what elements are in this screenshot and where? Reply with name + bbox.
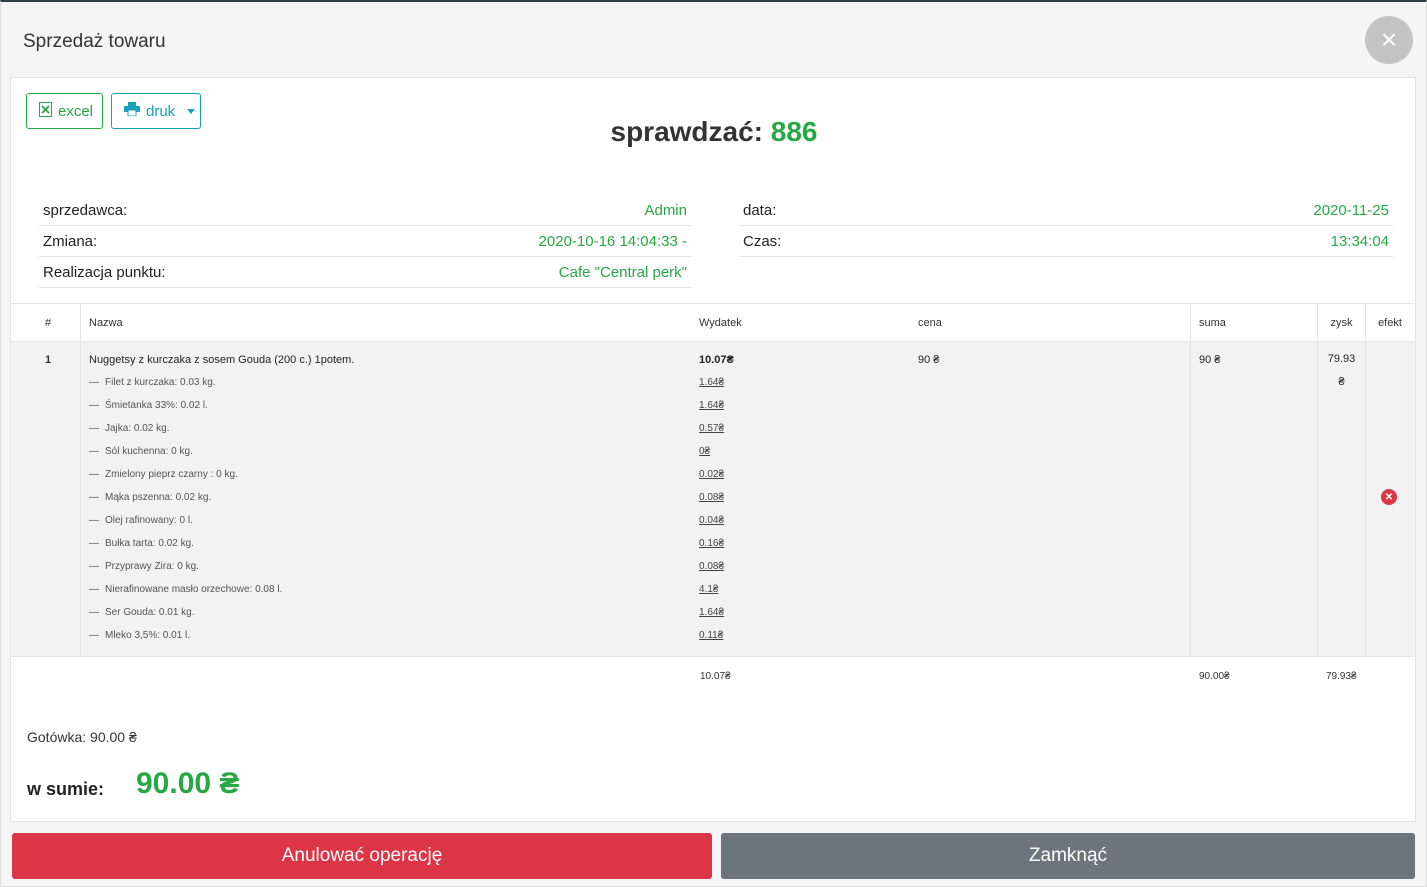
info-row: sprzedawca: Admin	[39, 195, 691, 226]
ingredient-name: Mąka pszenna: 0.02 kg.	[105, 492, 212, 503]
ingredient-item: — Nierafinowane masło orzechowe: 0.08 l.	[89, 584, 283, 595]
row-index: 1	[11, 342, 81, 656]
ingredient-cost-link[interactable]: 0.57₴	[699, 423, 910, 446]
info-row: Czas: 13:34:04	[739, 226, 1393, 257]
ingredient-item: — Zmielony pieprz czarny : 0 kg.	[89, 469, 238, 480]
product-profit: 79.93	[1327, 353, 1356, 365]
close-button[interactable]: Zamknąć	[721, 833, 1415, 879]
ingredient-item: — Bułka tarta: 0.02 kg.	[89, 538, 194, 549]
column-header: zysk	[1318, 304, 1366, 341]
ingredient-name: Bułka tarta: 0.02 kg.	[105, 538, 194, 549]
ingredient-name: Ser Gouda: 0.01 kg.	[105, 607, 195, 618]
ingredient-name: Olej rafinowany: 0 l.	[105, 515, 193, 526]
ingredient-name: Śmietanka 33%: 0.02 l.	[105, 400, 208, 411]
column-header: Wydatek	[699, 316, 742, 329]
ingredient-name: Zmielony pieprz czarny : 0 kg.	[105, 469, 238, 480]
product-sum: 90 ₴	[1199, 354, 1221, 366]
row-cost-cell: 10.07₴ 1.64₴ 1.64₴ 0.57₴ 0₴ 0.02₴ 0.08₴ …	[691, 342, 910, 656]
column-header: cena	[910, 304, 1191, 341]
check-number: 886	[770, 116, 818, 147]
info-value: 2020-10-16 14:04:33 -	[538, 232, 687, 250]
row-sum-cell: 90 ₴	[1191, 342, 1318, 656]
ingredient-name: Jajka: 0.02 kg.	[105, 423, 170, 434]
row-name-cell: Nuggetsy z kurczaka z sosem Gouda (200 c…	[81, 342, 691, 656]
ingredient-name: Mleko 3,5%: 0.01 l.	[105, 630, 191, 641]
info-label: Czas:	[743, 232, 782, 250]
ingredient-cost-link[interactable]: 1.64₴	[699, 400, 910, 423]
table-totals: 10.07₴ 90.00₴ 79.93₴	[11, 657, 1415, 697]
table-row: 1 Nuggetsy z kurczaka z sosem Gouda (200…	[11, 342, 1415, 657]
ingredient-cost-link[interactable]: 0₴	[699, 446, 910, 469]
ingredient-item: — Mleko 3,5%: 0.01 l.	[89, 630, 191, 641]
check-heading: sprawdzać: 886	[11, 116, 1417, 148]
ingredient-item: — Przyprawy Zira: 0 kg.	[89, 561, 199, 572]
ingredient-cost-link[interactable]: 0.04₴	[699, 515, 910, 538]
total-cost: 10.07₴	[700, 671, 731, 682]
info-row: Realizacja punktu: Cafe "Central perk"	[39, 257, 691, 288]
info-value: 13:34:04	[1330, 232, 1389, 250]
column-header: suma	[1191, 304, 1318, 341]
column-header: Nazwa	[89, 316, 123, 329]
product-cost: 10.07₴	[699, 354, 734, 366]
ingredient-name: Nierafinowane masło orzechowe: 0.08 l.	[105, 584, 283, 595]
total-label: w sumie:	[27, 779, 105, 799]
ingredient-item: — Jajka: 0.02 kg.	[89, 423, 170, 434]
row-profit-cell: 79.93 ₴	[1318, 342, 1366, 656]
ingredient-item: — Olej rafinowany: 0 l.	[89, 515, 193, 526]
ingredient-cost-link[interactable]: 0.11₴	[699, 630, 910, 653]
cash-payment: Gotówka: 90.00 ₴	[27, 729, 137, 745]
cancel-operation-button[interactable]: Anulować operację	[12, 833, 712, 879]
ingredient-item: — Ser Gouda: 0.01 kg.	[89, 607, 195, 618]
sale-modal: Sprzedaż towaru × excel druk sprawdzać: …	[0, 0, 1427, 887]
modal-header: Sprzedaż towaru ×	[1, 2, 1426, 78]
ingredient-name: Przyprawy Zira: 0 kg.	[105, 561, 199, 572]
info-row: data: 2020-11-25	[739, 195, 1393, 226]
ingredient-item: — Mąka pszenna: 0.02 kg.	[89, 492, 212, 503]
ingredient-item: — Sól kuchenna: 0 kg.	[89, 446, 193, 457]
ingredient-cost-link[interactable]: 4.1₴	[699, 584, 910, 607]
info-value: Admin	[644, 201, 687, 219]
info-label: Realizacja punktu:	[43, 263, 166, 281]
delete-icon[interactable]: ✕	[1381, 489, 1397, 505]
ingredient-cost-link[interactable]: 0.08₴	[699, 561, 910, 584]
total-value: 90.00 ₴	[136, 767, 240, 800]
info-label: Zmiana:	[43, 232, 98, 250]
info-label: sprzedawca:	[43, 201, 128, 219]
modal-title: Sprzedaż towaru	[23, 31, 166, 52]
ingredient-name: Sól kuchenna: 0 kg.	[105, 446, 193, 457]
row-price-cell: 90 ₴	[910, 342, 1191, 656]
row-effect-cell: ✕	[1366, 342, 1414, 656]
receipt-info-right: data: 2020-11-25 Czas: 13:34:04	[739, 195, 1393, 257]
ingredient-cost-link[interactable]: 0.08₴	[699, 492, 910, 515]
info-row: Zmiana: 2020-10-16 14:04:33 -	[39, 226, 691, 257]
product-name: Nuggetsy z kurczaka z sosem Gouda (200 c…	[89, 354, 355, 366]
info-value: 2020-11-25	[1313, 201, 1389, 219]
close-icon-button[interactable]: ×	[1365, 16, 1413, 64]
ingredient-cost-link[interactable]: 0.02₴	[699, 469, 910, 492]
product-price: 90 ₴	[918, 354, 940, 366]
product-profit-currency: ₴	[1338, 376, 1345, 388]
receipt-info-left: sprzedawca: Admin Zmiana: 2020-10-16 14:…	[39, 195, 691, 288]
check-label: sprawdzać:	[610, 116, 764, 147]
info-label: data:	[743, 201, 777, 219]
column-header: #	[11, 304, 81, 341]
total-sum: 90.00₴	[1199, 671, 1230, 682]
ingredient-item: — Śmietanka 33%: 0.02 l.	[89, 400, 208, 411]
ingredient-cost-link[interactable]: 1.64₴	[699, 377, 910, 400]
table-header: # Nazwa Wydatek cena suma zysk efekt	[11, 303, 1415, 342]
info-value: Cafe "Central perk"	[558, 263, 687, 281]
receipt-panel: excel druk sprawdzać: 886 sprzedawca: Ad…	[10, 77, 1416, 822]
ingredient-item: — Filet z kurczaka: 0.03 kg.	[89, 377, 216, 388]
ingredient-cost-link[interactable]: 0.16₴	[699, 538, 910, 561]
column-header: efekt	[1378, 316, 1402, 329]
total-profit: 79.93₴	[1326, 671, 1357, 682]
ingredient-name: Filet z kurczaka: 0.03 kg.	[105, 377, 216, 388]
ingredient-cost-link[interactable]: 1.64₴	[699, 607, 910, 630]
chevron-down-icon	[187, 108, 196, 114]
items-table: # Nazwa Wydatek cena suma zysk efekt 1 N…	[11, 303, 1415, 697]
